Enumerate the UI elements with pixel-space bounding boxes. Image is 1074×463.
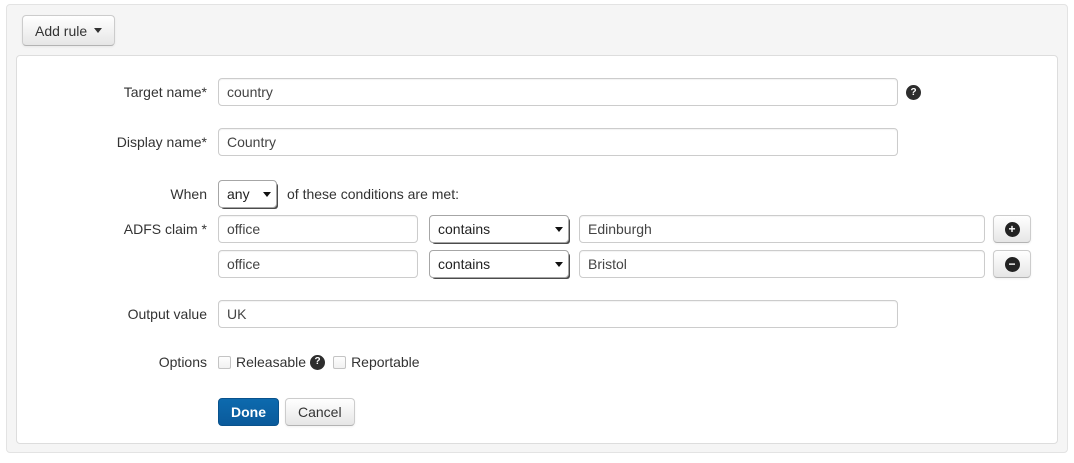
display-name-input[interactable] — [218, 128, 898, 156]
add-condition-button[interactable]: + — [993, 215, 1031, 243]
releasable-option: Releasable ? — [218, 352, 325, 372]
reportable-checkbox[interactable] — [333, 356, 346, 369]
adfs-claim-row: contains − — [17, 250, 1057, 278]
when-select-value: any — [227, 186, 250, 202]
operator-select[interactable]: contains — [429, 250, 569, 278]
releasable-checkbox[interactable] — [218, 356, 231, 369]
add-rule-label: Add rule — [35, 23, 87, 39]
target-name-input[interactable] — [218, 78, 898, 106]
output-value-input[interactable] — [218, 300, 898, 328]
releasable-label: Releasable — [236, 352, 306, 372]
operator-select[interactable]: contains — [429, 215, 569, 243]
target-name-label: Target name* — [17, 78, 207, 106]
actions-row: Done Cancel — [17, 398, 1057, 426]
claim-name-input[interactable] — [218, 215, 418, 243]
done-button[interactable]: Done — [218, 398, 279, 426]
remove-condition-button[interactable]: − — [993, 250, 1031, 278]
adfs-claim-row: ADFS claim * contains + — [17, 215, 1057, 243]
when-row: When any of these conditions are met: — [17, 180, 1057, 208]
options-label: Options — [17, 352, 207, 372]
caret-down-icon — [94, 28, 102, 33]
when-select[interactable]: any — [218, 180, 277, 208]
help-icon[interactable]: ? — [310, 355, 325, 370]
output-value-row: Output value — [17, 300, 1057, 328]
cancel-button[interactable]: Cancel — [285, 398, 355, 426]
select-caret-icon — [555, 227, 563, 232]
target-name-row: Target name* ? — [17, 78, 1057, 106]
select-caret-icon — [263, 192, 271, 197]
when-suffix-text: of these conditions are met: — [287, 180, 459, 208]
adfs-claim-label: ADFS claim * — [17, 215, 207, 243]
claim-value-input[interactable] — [579, 215, 985, 243]
display-name-row: Display name* — [17, 128, 1057, 156]
claim-value-input[interactable] — [579, 250, 985, 278]
reportable-label: Reportable — [351, 352, 420, 372]
operator-select-value: contains — [438, 221, 490, 237]
claim-name-input[interactable] — [218, 250, 418, 278]
plus-circle-icon: + — [1005, 222, 1020, 237]
add-rule-button[interactable]: Add rule — [22, 15, 115, 46]
select-caret-icon — [555, 262, 563, 267]
reportable-option: Reportable — [333, 352, 420, 372]
help-icon[interactable]: ? — [906, 85, 921, 100]
minus-circle-icon: − — [1005, 257, 1020, 272]
options-row: Options Releasable ? Reportable — [17, 352, 1057, 372]
output-value-label: Output value — [17, 300, 207, 328]
when-label: When — [17, 180, 207, 208]
operator-select-value: contains — [438, 256, 490, 272]
rules-well: Add rule Target name* ? Display name* Wh… — [6, 4, 1068, 453]
display-name-label: Display name* — [17, 128, 207, 156]
rule-editor-panel: Target name* ? Display name* When any of… — [16, 55, 1058, 444]
